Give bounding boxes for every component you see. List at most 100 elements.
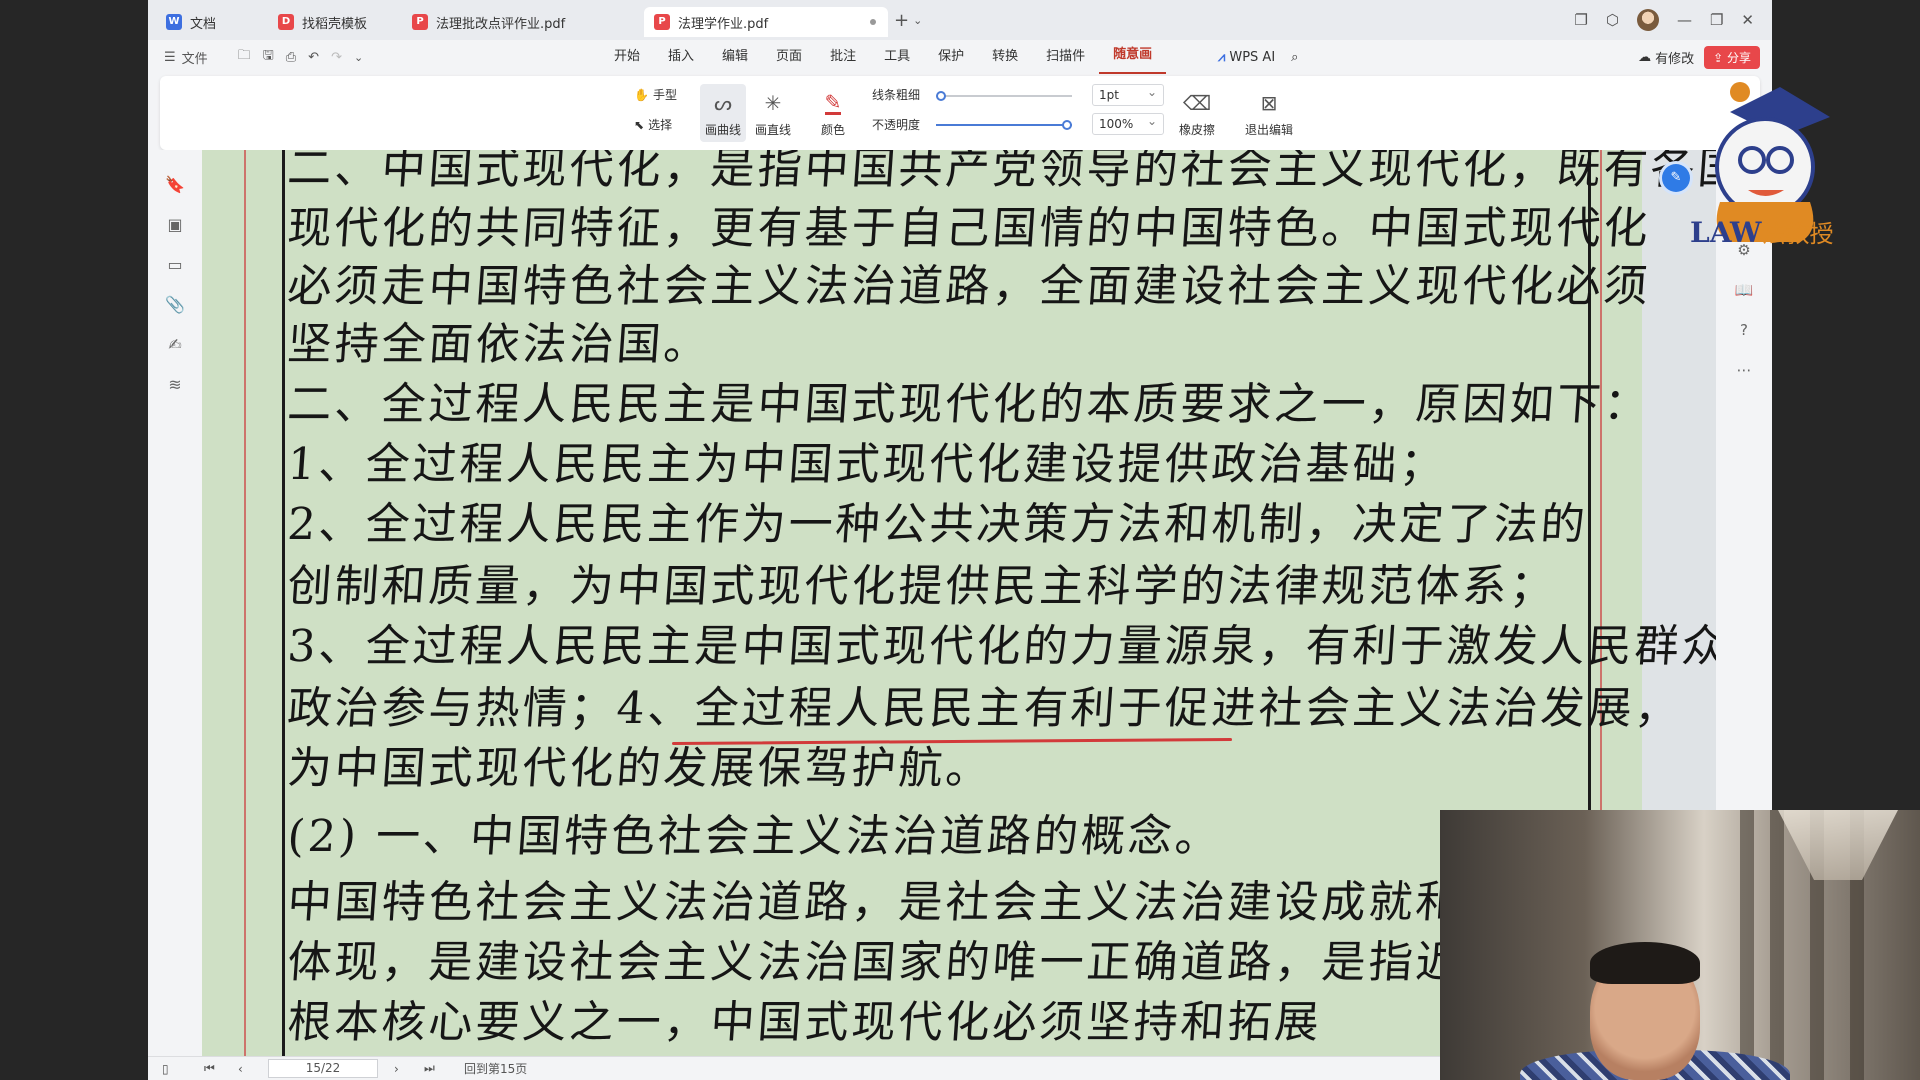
line-width-value: 1pt	[1099, 88, 1119, 102]
tab-label: 法理批改点评作业.pdf	[436, 16, 566, 32]
handwritten-line: 1、全过程人民民主为中国式现代化建设提供政治基础；	[285, 439, 1449, 490]
prev-page-icon[interactable]: ‹	[238, 1062, 243, 1076]
exit-edit-button[interactable]: ⊠ 退出编辑	[1240, 84, 1298, 142]
close-icon[interactable]: ✕	[1741, 11, 1754, 29]
undo-icon[interactable]: ↶	[308, 50, 319, 65]
left-sidebar: 🔖 ▣ ▭ 📎 ✍ ≋	[148, 150, 202, 1056]
tab-docer[interactable]: D 找稻壳模板	[268, 7, 402, 37]
wps-ai-button[interactable]: ⩘ WPS AI ⌕	[1218, 50, 1298, 65]
menubar-right: ☁ 有修改 ⇪ 分享	[1638, 45, 1760, 69]
pdf-icon: P	[654, 14, 670, 30]
hand-tool[interactable]: ✋ 手型	[634, 86, 677, 103]
opacity-label: 不透明度	[872, 116, 920, 133]
line-width-text: 线条粗细	[872, 88, 921, 102]
new-tab-button[interactable]: + ⌄	[894, 5, 938, 35]
select-tool[interactable]: ⬉ 选择	[634, 116, 672, 133]
tab-review-pdf[interactable]: P 法理批改点评作业.pdf	[402, 7, 644, 37]
next-page-icon[interactable]: ›	[394, 1062, 399, 1076]
handwritten-line: 现代化的共同特征，更有基于自己国情的中国特色。中国式现代化	[285, 203, 1653, 254]
menu-annotate[interactable]: 批注	[816, 40, 870, 74]
attachment-icon[interactable]: 📎	[148, 284, 202, 324]
unsaved-dot-icon[interactable]	[870, 19, 876, 25]
bookmark-icon[interactable]: 🔖	[148, 164, 202, 204]
opacity-slider[interactable]	[936, 120, 1072, 130]
signature-icon[interactable]: ✍	[148, 324, 202, 364]
handwritten-line: 2、全过程人民民主作为一种公共决策方法和机制，决定了法的	[285, 499, 1590, 550]
hamburger-icon[interactable]: ☰	[164, 50, 176, 65]
curtain-fold	[1770, 810, 1784, 1080]
opacity-select[interactable]: 100%	[1092, 111, 1164, 135]
pdf-page[interactable]: 二、中国式现代化，是指中国共产党领导的社会主义现代化，既有各国 现代化的共同特征…	[202, 150, 1716, 1056]
restore-icon[interactable]: ❐	[1710, 11, 1723, 29]
page-number-input[interactable]: 15/22	[268, 1059, 378, 1078]
docer-icon: D	[278, 14, 294, 30]
menu-tools[interactable]: 工具	[870, 40, 924, 74]
menu-convert[interactable]: 转换	[978, 40, 1032, 74]
has-changes-label[interactable]: 有修改	[1655, 48, 1694, 67]
person-hair	[1590, 942, 1700, 984]
menu-edit[interactable]: 编辑	[708, 40, 762, 74]
sidebar-toggle-icon[interactable]: ▯	[162, 1062, 169, 1076]
chevron-down-icon[interactable]: ⌄	[354, 51, 363, 64]
save-icon[interactable]: 🖫	[263, 46, 274, 68]
menu-protect[interactable]: 保护	[924, 40, 978, 74]
margin-line	[244, 150, 246, 1056]
chevron-down-icon: ⌄	[913, 13, 923, 27]
comment-icon[interactable]: ▭	[148, 244, 202, 284]
wps-ai-icon: ⩘	[1218, 49, 1226, 65]
share-label: 分享	[1726, 50, 1751, 65]
minimize-icon[interactable]: —	[1677, 11, 1692, 29]
slider-knob[interactable]	[1062, 120, 1072, 130]
floating-assistant-button[interactable]: ✎	[1662, 164, 1690, 192]
tab-docs[interactable]: W 文档	[156, 7, 268, 37]
wps-doc-icon: W	[166, 14, 182, 30]
handwritten-line: 政治参与热情；4、全过程人民民主有利于促进社会主义法治发展，	[285, 683, 1684, 734]
color-label: 颜色	[820, 123, 845, 137]
line-width-slider[interactable]	[936, 91, 1072, 101]
tab-homework-pdf[interactable]: P 法理学作业.pdf	[644, 7, 888, 37]
slider-knob[interactable]	[936, 91, 946, 101]
handwritten-line: 二、全过程人民民主是中国式现代化的本质要求之一，原因如下：	[285, 379, 1653, 430]
thumbnail-icon[interactable]: ▣	[148, 204, 202, 244]
logo-text-en: LAW	[1690, 216, 1762, 249]
cube-icon[interactable]: ⬡	[1606, 11, 1619, 29]
exit-label: 退出编辑	[1244, 123, 1293, 137]
handwritten-line: 创制和质量，为中国式现代化提供民主科学的法律规范体系；	[285, 561, 1559, 612]
redo-icon[interactable]: ↷	[331, 50, 342, 65]
menu-start[interactable]: 开始	[600, 40, 654, 74]
reading-icon[interactable]: 📖	[1716, 270, 1772, 310]
wps-ai-label: WPS AI	[1229, 49, 1276, 65]
help-icon[interactable]: ?	[1716, 310, 1772, 350]
more-icon[interactable]: ⋯	[1716, 350, 1772, 390]
straight-line-icon: ✳	[764, 91, 782, 115]
menu-freehand[interactable]: 随意画	[1099, 40, 1167, 74]
line-width-select[interactable]: 1pt	[1092, 82, 1164, 106]
logo-text-cn: 法教授	[1761, 220, 1834, 248]
eraser-tool[interactable]: ⌫ 橡皮擦	[1174, 84, 1220, 142]
layers-icon[interactable]: ≋	[148, 364, 202, 404]
freehand-ribbon: ✋ 手型 ⬉ 选择 ᔕ 画曲线 ✳ 画直线 ✎ 颜色 线条粗细 不透明度 1pt…	[160, 76, 1760, 150]
print-icon[interactable]: ⎙	[286, 50, 296, 65]
handwritten-line: 二、中国式现代化，是指中国共产党领导的社会主义现代化，既有各国	[285, 150, 1716, 194]
open-folder-icon[interactable]: 🗀	[238, 46, 251, 68]
last-page-icon[interactable]: ⏭	[424, 1061, 435, 1076]
back-to-page-link[interactable]: 回到第15页	[464, 1060, 527, 1077]
menu-scan[interactable]: 扫描件	[1032, 40, 1099, 74]
color-picker[interactable]: ✎ 颜色	[810, 84, 856, 142]
avatar[interactable]	[1636, 9, 1659, 31]
menu-page[interactable]: 页面	[762, 40, 816, 74]
handwritten-line: (2) 一、中国特色社会主义法治道路的概念。	[285, 811, 1224, 862]
menu-insert[interactable]: 插入	[654, 40, 708, 74]
plus-icon: +	[894, 9, 910, 31]
layout-icon[interactable]: ❐	[1574, 11, 1587, 29]
straight-label: 画直线	[754, 123, 791, 137]
handwritten-line: 为中国式现代化的发展保驾护航。	[285, 743, 995, 794]
share-button[interactable]: ⇪ 分享	[1704, 45, 1760, 69]
search-icon[interactable]: ⌕	[1291, 50, 1298, 65]
tab-bar: W 文档 D 找稻壳模板 P 法理批改点评作业.pdf P 法理学作业.pdf …	[148, 0, 1772, 40]
draw-curve-tool[interactable]: ᔕ 画曲线	[700, 84, 746, 142]
file-menu[interactable]: 文件	[182, 48, 208, 67]
pdf-icon: P	[412, 14, 428, 30]
first-page-icon[interactable]: ⏮	[204, 1061, 215, 1076]
draw-line-tool[interactable]: ✳ 画直线	[750, 84, 796, 142]
